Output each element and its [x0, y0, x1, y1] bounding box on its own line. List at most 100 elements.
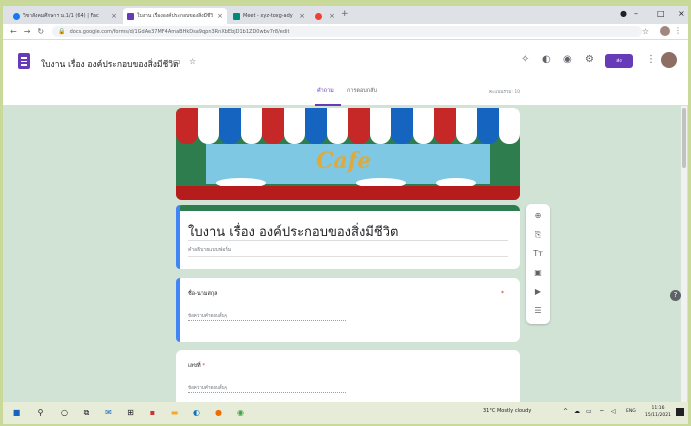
awning-stripes — [176, 108, 520, 144]
close-icon[interactable]: × — [299, 12, 305, 20]
tray-chevron-icon[interactable]: ^ — [563, 408, 568, 415]
settings-gear-icon[interactable]: ⚙ — [585, 54, 594, 65]
browser-tab-active[interactable]: ใบงาน เรื่ององค์ประกอบของสิ่งมีชีวิต × — [123, 8, 227, 24]
file-explorer-icon[interactable]: ▬ — [169, 407, 180, 418]
divider — [188, 240, 508, 241]
preview-eye-icon[interactable]: ◉ — [563, 54, 572, 65]
add-question-icon[interactable]: ⊕ — [526, 211, 550, 220]
tab-title: ใบงาน เรื่ององค์ประกอบของสิ่งมีชีวิต — [137, 13, 214, 19]
address-bar-row: ← → ↻ 🔒 docs.google.com/forms/d/1GdAe37M… — [3, 24, 688, 40]
tab-title: Meet - xyz-toxg-ady — [243, 13, 293, 19]
send-button[interactable]: ส่ง — [605, 54, 633, 68]
volume-icon[interactable]: ◁ — [611, 408, 616, 415]
star-icon[interactable]: ☆ — [189, 57, 196, 66]
maximize-button[interactable]: □ — [657, 9, 665, 18]
search-icon[interactable]: ⚲ — [35, 407, 46, 418]
system-clock[interactable]: 11:16 15/11/2021 — [645, 405, 671, 419]
firefox-icon[interactable]: ● — [213, 407, 224, 418]
browser-tab[interactable]: Meet - xyz-toxg-ady × — [229, 8, 309, 24]
store-icon[interactable]: ⊞ — [125, 407, 136, 418]
notification-icon[interactable] — [676, 408, 684, 416]
answer-underline — [188, 392, 346, 393]
header-banner-image: Cafe — [176, 108, 520, 200]
form-title-input[interactable]: ใบงาน เรื่อง องค์ประกอบของสิ่งมีชีวิต — [188, 221, 398, 242]
question-card[interactable]: ชื่อ-นามสกุล * ข้อความคำตอบสั้นๆ — [176, 278, 520, 342]
windows-start-icon[interactable]: ■ — [11, 407, 22, 418]
forward-icon[interactable]: → — [24, 27, 31, 36]
tab-responses[interactable]: การตอบกลับ — [347, 87, 377, 95]
more-options-icon[interactable]: ⋮ — [646, 54, 656, 65]
answer-underline — [188, 320, 346, 321]
forms-header: ใบงาน เรื่อง องค์ประกอบของสิ่งมีชีวิต ▭ … — [3, 40, 688, 106]
profile-avatar[interactable] — [660, 26, 670, 36]
network-icon[interactable]: ⌔ — [599, 408, 605, 416]
chrome-icon[interactable]: ◉ — [235, 407, 246, 418]
close-window-button[interactable]: × — [678, 9, 685, 18]
short-answer-placeholder: ข้อความคำตอบสั้นๆ — [188, 386, 228, 391]
required-mark: * — [202, 363, 206, 369]
facebook-icon — [13, 12, 20, 20]
folder-icon[interactable]: ▭ — [173, 57, 181, 66]
new-tab-button[interactable]: + — [341, 9, 349, 19]
add-image-icon[interactable]: ▣ — [526, 268, 550, 277]
question-card[interactable]: เลขที่ * ข้อความคำตอบสั้นๆ — [176, 350, 520, 402]
selected-card-indicator — [176, 205, 180, 269]
edge-icon[interactable]: ◐ — [191, 407, 202, 418]
question-title[interactable]: ชื่อ-นามสกุล — [188, 290, 218, 298]
browser-menu-icon[interactable]: ⋮ — [674, 26, 682, 35]
onedrive-icon[interactable]: ☁ — [574, 408, 580, 415]
clock-time: 11:16 — [651, 406, 665, 411]
tab-questions[interactable]: คำถาม — [317, 87, 334, 95]
divider — [188, 256, 508, 257]
question-toolbar: ⊕ ⎘ Tт ▣ ▶ ☰ — [526, 204, 550, 324]
weather-widget[interactable]: 31°C Mostly cloudy — [483, 408, 531, 414]
user-avatar[interactable] — [661, 52, 677, 68]
add-title-icon[interactable]: Tт — [526, 249, 550, 258]
form-title-card[interactable]: ใบงาน เรื่อง องค์ประกอบของสิ่งมีชีวิต คำ… — [176, 205, 520, 269]
tab-title: วิชาสังคมศึกษาฯ ม.1/1 (64) | Fac — [23, 13, 99, 19]
import-questions-icon[interactable]: ⎘ — [526, 230, 550, 240]
selected-card-indicator — [176, 278, 180, 342]
banner-cafe-text: Cafe — [316, 148, 372, 174]
close-icon[interactable]: × — [329, 12, 335, 20]
browser-tab[interactable]: วิชาสังคมศึกษาฯ ม.1/1 (64) | Fac × — [9, 8, 121, 24]
office-icon[interactable]: ▪ — [147, 407, 158, 418]
lock-icon: 🔒 — [58, 28, 66, 35]
browser-tab[interactable]: × — [311, 8, 337, 24]
minimize-button[interactable]: – — [634, 9, 638, 18]
close-icon[interactable]: × — [217, 12, 223, 20]
bookmark-star-icon[interactable]: ☆ — [642, 27, 649, 36]
language-indicator[interactable]: ENG — [626, 409, 636, 414]
customize-theme-icon[interactable]: ✧ — [521, 54, 529, 65]
required-mark: * — [501, 290, 504, 297]
close-icon[interactable]: × — [111, 12, 117, 20]
form-description-input[interactable]: คำอธิบายแบบฟอร์ม — [188, 246, 231, 254]
back-icon[interactable]: ← — [10, 27, 17, 36]
scrollbar-thumb[interactable] — [682, 108, 686, 168]
url-text: docs.google.com/forms/d/1GdAe37MF4AmaBHk… — [69, 28, 290, 35]
add-section-icon[interactable]: ☰ — [526, 306, 550, 315]
url-field[interactable]: 🔒 docs.google.com/forms/d/1GdAe37MF4AmaB… — [52, 26, 643, 37]
clock-date: 15/11/2021 — [645, 413, 671, 418]
question-title[interactable]: เลขที่ * — [188, 362, 205, 370]
task-view-icon[interactable]: ⧉ — [81, 407, 92, 418]
document-title[interactable]: ใบงาน เรื่อง องค์ประกอบของสิ่งมีชีวิต — [41, 57, 179, 71]
meet-icon — [233, 12, 240, 20]
palette-icon[interactable]: ◐ — [542, 54, 551, 65]
forms-favicon-icon — [127, 12, 134, 20]
help-icon[interactable]: ? — [670, 290, 681, 301]
mail-icon[interactable]: ✉ — [103, 407, 114, 418]
short-answer-placeholder: ข้อความคำตอบสั้นๆ — [188, 314, 228, 319]
battery-icon[interactable]: ▭ — [586, 408, 592, 415]
form-editor-body: Cafe ใบงาน เรื่อง องค์ประกอบของสิ่งมีชีว… — [3, 106, 688, 402]
banner-tablecloth — [176, 186, 520, 200]
recording-icon — [315, 12, 322, 20]
reload-icon[interactable]: ↻ — [37, 27, 44, 36]
screen: วิชาสังคมศึกษาฯ ม.1/1 (64) | Fac × ใบงาน… — [3, 6, 688, 424]
cortana-icon[interactable]: ○ — [59, 407, 70, 418]
profile-dot-icon[interactable]: ● — [620, 9, 627, 18]
total-points-text: คะแนนรวม: 10 — [489, 90, 521, 95]
google-forms-logo-icon[interactable] — [18, 53, 30, 69]
add-video-icon[interactable]: ▶ — [526, 287, 550, 296]
windows-taskbar: ■ ⚲ ○ ⧉ ✉ ⊞ ▪ ▬ ◐ ● ◉ 31°C Mostly cloudy… — [3, 402, 688, 424]
